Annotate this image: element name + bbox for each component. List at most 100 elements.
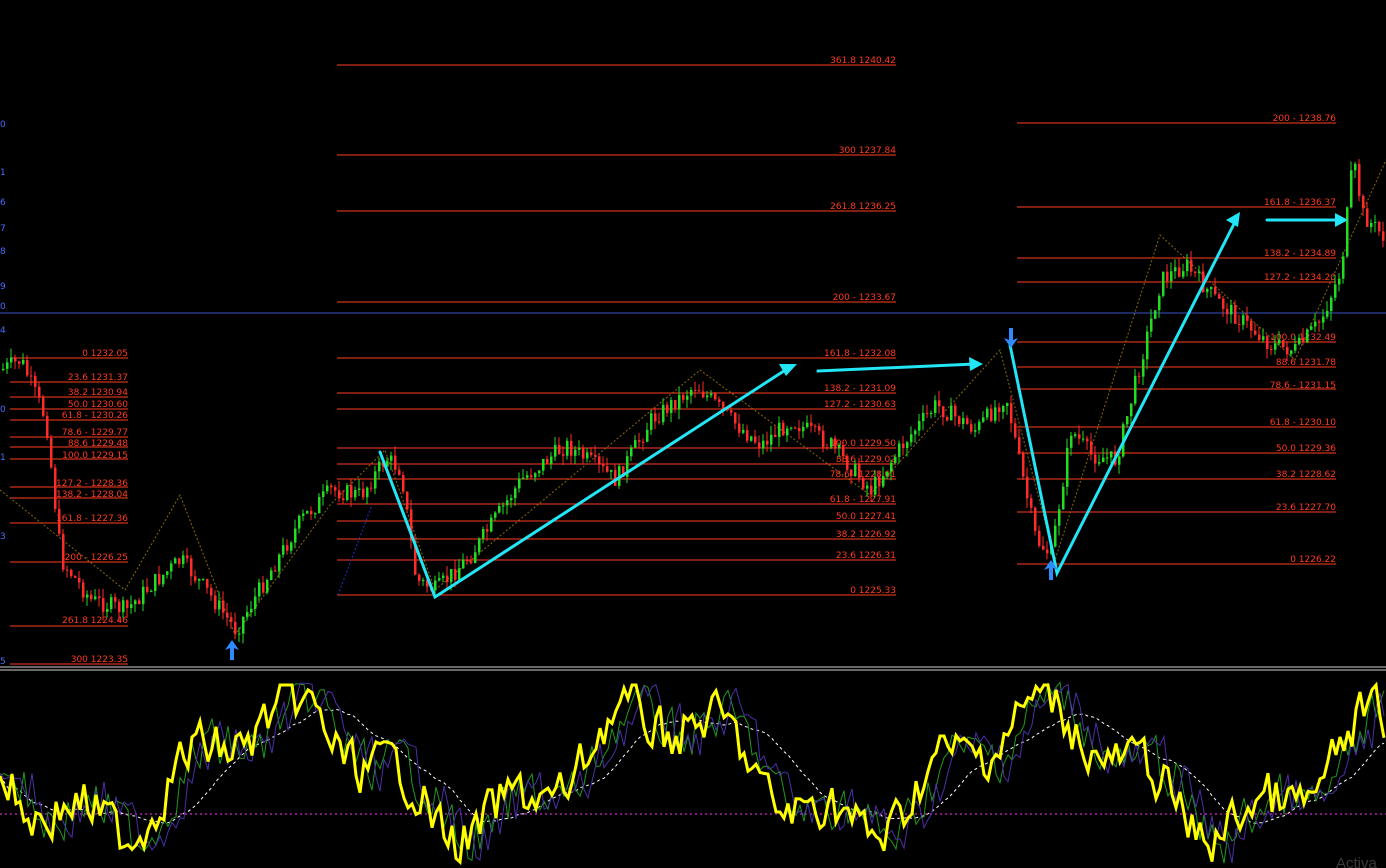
candle-body xyxy=(122,600,125,613)
candle-body xyxy=(338,490,341,499)
candle-body xyxy=(1318,321,1321,323)
candle-body xyxy=(794,427,797,429)
candle-body xyxy=(554,444,557,457)
fib-level-label: 100.0 1229.15 xyxy=(62,451,128,461)
candle-body xyxy=(654,413,657,422)
candle-body xyxy=(802,426,805,432)
candle-body xyxy=(878,477,881,487)
candle-body xyxy=(1082,438,1085,440)
candle-body xyxy=(926,412,929,414)
candle-body xyxy=(1054,525,1057,547)
fib-level-label: 50.0 1227.41 xyxy=(836,512,896,522)
candle-body xyxy=(870,485,873,495)
candle-body xyxy=(898,443,901,457)
candle-body xyxy=(510,498,513,501)
candle-body xyxy=(86,594,89,598)
candle-body xyxy=(826,447,829,449)
candle-body xyxy=(1118,456,1121,465)
candle-body xyxy=(46,415,49,439)
candle-body xyxy=(1334,284,1337,298)
candle-body xyxy=(702,391,705,398)
candle-body xyxy=(370,487,373,489)
candle-body xyxy=(546,458,549,464)
edge-label: 1 xyxy=(0,453,6,463)
candle-body xyxy=(946,417,949,421)
candle-body xyxy=(1206,288,1209,293)
candle-body xyxy=(230,617,233,622)
candle-body xyxy=(342,498,345,501)
candle-body xyxy=(1314,321,1317,327)
candle-body xyxy=(374,471,377,489)
candle-body xyxy=(1162,271,1165,296)
fib-level-label: 200 - 1226.25 xyxy=(65,553,128,563)
candle-body xyxy=(894,456,897,463)
candle-body xyxy=(1262,336,1265,340)
candle-body xyxy=(1042,545,1045,550)
candle-body xyxy=(902,443,905,449)
candle-body xyxy=(274,570,277,572)
candle-body xyxy=(1158,295,1161,311)
candle-body xyxy=(766,440,769,445)
candle-body xyxy=(762,440,765,449)
candle-body xyxy=(850,469,853,477)
fib-level-label: 138.2 - 1234.89 xyxy=(1264,249,1336,259)
candle-body xyxy=(186,555,189,559)
fib-level-label: 0 1232.05 xyxy=(82,349,128,359)
candle-body xyxy=(18,361,21,364)
candle-body xyxy=(214,595,217,610)
candle-body xyxy=(1246,315,1249,321)
candle-body xyxy=(390,455,393,461)
candle-body xyxy=(218,600,221,610)
fib-level-label: 361.8 1240.42 xyxy=(830,56,896,66)
candle-body xyxy=(306,510,309,514)
candle-body xyxy=(298,515,301,529)
candle-body xyxy=(670,399,673,413)
candle-body xyxy=(282,545,285,555)
candle-body xyxy=(1134,375,1137,404)
price-chart[interactable]: 0 1 6 7 8 9 0 4 0 1 3 5 0 1232.05 23.6 1… xyxy=(0,0,1386,868)
candle-body xyxy=(326,485,329,492)
candle-body xyxy=(1294,344,1297,351)
candle-body xyxy=(150,590,153,592)
candle-body xyxy=(534,473,537,478)
candle-body xyxy=(966,418,969,425)
candle-body xyxy=(58,508,61,534)
candle-body xyxy=(1098,462,1101,464)
candle-body xyxy=(990,408,993,421)
fib-level-label: 61.8 - 1230.10 xyxy=(1270,418,1336,428)
candle-body xyxy=(190,558,193,577)
edge-label: 5 xyxy=(0,657,6,667)
fib-level-label: 23.6 1227.70 xyxy=(1276,503,1336,513)
candle-body xyxy=(1178,267,1181,277)
candle-body xyxy=(454,569,457,580)
candle-body xyxy=(970,424,973,432)
candle-body xyxy=(910,434,913,443)
candle-body xyxy=(310,510,313,515)
candle-body xyxy=(154,574,157,591)
candle-body xyxy=(1358,163,1361,196)
candle-body xyxy=(690,389,693,396)
edge-label: 0 xyxy=(0,405,6,415)
candle-body xyxy=(246,612,249,617)
candle-body xyxy=(1242,315,1245,325)
fib-level-label: 88.6 1229.02 xyxy=(836,455,896,465)
candle-body xyxy=(82,582,85,598)
candle-body xyxy=(978,421,981,431)
candle-body xyxy=(1374,221,1377,223)
candle-body xyxy=(758,442,761,449)
candle-body xyxy=(94,596,97,600)
edge-label: 6 xyxy=(0,198,6,208)
candle-body xyxy=(778,422,781,438)
candle-body xyxy=(1226,308,1229,315)
candle-body xyxy=(1058,509,1061,526)
candle-body xyxy=(1330,297,1333,311)
candle-body xyxy=(930,413,933,415)
candle-body xyxy=(202,578,205,580)
candle-body xyxy=(786,428,789,436)
candle-body xyxy=(266,580,269,593)
candle-body xyxy=(962,418,965,424)
candle-body xyxy=(302,513,305,516)
candle-body xyxy=(38,386,41,398)
candle-body xyxy=(538,470,541,474)
candle-body xyxy=(1286,347,1289,355)
